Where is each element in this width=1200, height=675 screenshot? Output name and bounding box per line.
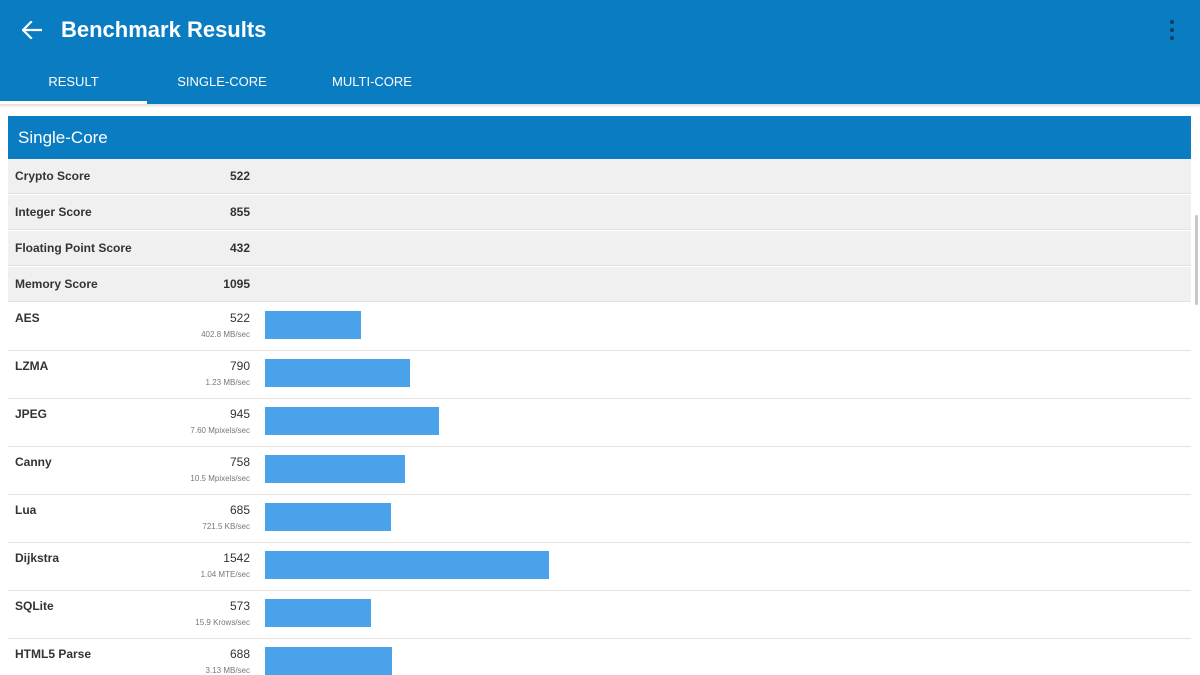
benchmark-rate: 15.9 Krows/sec [195, 618, 250, 627]
benchmark-results-screen: Benchmark Results RESULT SINGLE-CORE MUL… [0, 0, 1200, 675]
benchmark-rate: 1.04 MTE/sec [200, 570, 250, 579]
scrollbar[interactable] [1195, 215, 1198, 305]
benchmark-rate: 402.8 MB/sec [201, 330, 250, 339]
benchmark-label: LZMA [15, 359, 49, 373]
benchmark-row-sqlite[interactable]: SQLite 573 15.9 Krows/sec [8, 591, 1191, 639]
benchmark-label: HTML5 Parse [15, 647, 92, 661]
score-label: Floating Point Score [15, 241, 132, 255]
benchmark-score: 522 [229, 311, 250, 325]
benchmark-label: SQLite [15, 599, 54, 613]
benchmark-rate: 7.60 Mpixels/sec [190, 426, 250, 435]
benchmark-score-bar [265, 455, 405, 483]
score-row-integer: Integer Score 855 [8, 195, 1191, 230]
tab-result-label: RESULT [48, 74, 99, 89]
benchmark-score-bar [265, 407, 439, 435]
benchmark-label: Lua [15, 503, 37, 517]
benchmark-label: AES [15, 311, 40, 325]
score-value: 432 [229, 241, 250, 255]
benchmark-row-canny[interactable]: Canny 758 10.5 Mpixels/sec [8, 447, 1191, 495]
score-row-crypto: Crypto Score 522 [8, 159, 1191, 194]
benchmark-score-bar [265, 359, 410, 387]
tab-bar: RESULT SINGLE-CORE MULTI-CORE [0, 60, 1200, 104]
more-vertical-icon [1170, 20, 1174, 24]
more-vertical-icon-dot [1170, 28, 1174, 32]
benchmark-row-aes[interactable]: AES 522 402.8 MB/sec [8, 303, 1191, 351]
benchmark-row-lua[interactable]: Lua 685 721.5 KB/sec [8, 495, 1191, 543]
tab-multi-core[interactable]: MULTI-CORE [297, 60, 447, 104]
benchmark-label: Canny [15, 455, 52, 469]
benchmark-label: JPEG [15, 407, 48, 421]
benchmark-rate: 3.13 MB/sec [205, 666, 250, 675]
score-label: Memory Score [15, 277, 98, 291]
benchmark-score: 688 [229, 647, 250, 661]
benchmark-score: 945 [229, 407, 250, 421]
app-bar-shadow [0, 104, 1200, 108]
score-row-floating-point: Floating Point Score 432 [8, 231, 1191, 266]
benchmark-score-bar [265, 311, 361, 339]
results-panel: Single-Core Crypto Score 522 Integer Sco… [8, 116, 1191, 675]
benchmark-score-bar [265, 503, 391, 531]
benchmark-score: 573 [229, 599, 250, 613]
benchmark-row-html5-parse[interactable]: HTML5 Parse 688 3.13 MB/sec [8, 639, 1191, 675]
back-button[interactable] [16, 14, 48, 46]
score-label: Crypto Score [15, 169, 91, 183]
benchmark-row-lzma[interactable]: LZMA 790 1.23 MB/sec [8, 351, 1191, 399]
benchmark-rate: 10.5 Mpixels/sec [190, 474, 250, 483]
overflow-menu-button[interactable] [1160, 14, 1184, 46]
more-vertical-icon-dot [1170, 36, 1174, 40]
tab-single-core[interactable]: SINGLE-CORE [147, 60, 297, 104]
benchmark-score: 758 [229, 455, 250, 469]
score-value: 1095 [223, 277, 250, 291]
score-value: 522 [229, 169, 250, 183]
benchmark-score: 1542 [223, 551, 250, 565]
benchmark-score-bar [265, 599, 371, 627]
tab-single-core-label: SINGLE-CORE [177, 74, 267, 89]
arrow-left-icon [22, 21, 42, 39]
benchmark-rate: 721.5 KB/sec [202, 522, 250, 531]
score-label: Integer Score [15, 205, 92, 219]
benchmark-rate: 1.23 MB/sec [205, 378, 250, 387]
benchmark-score-bar [265, 647, 392, 675]
benchmark-score-bar [265, 551, 549, 579]
score-row-memory: Memory Score 1095 [8, 267, 1191, 302]
tab-multi-core-label: MULTI-CORE [332, 74, 412, 89]
page-title: Benchmark Results [61, 17, 267, 42]
app-bar: Benchmark Results RESULT SINGLE-CORE MUL… [0, 0, 1200, 104]
benchmark-row-jpeg[interactable]: JPEG 945 7.60 Mpixels/sec [8, 399, 1191, 447]
benchmark-row-dijkstra[interactable]: Dijkstra 1542 1.04 MTE/sec [8, 543, 1191, 591]
benchmark-score: 685 [229, 503, 250, 517]
tab-result[interactable]: RESULT [0, 60, 147, 104]
benchmark-label: Dijkstra [15, 551, 60, 565]
section-header: Single-Core [8, 116, 1191, 159]
score-value: 855 [229, 205, 250, 219]
benchmark-score: 790 [229, 359, 250, 373]
